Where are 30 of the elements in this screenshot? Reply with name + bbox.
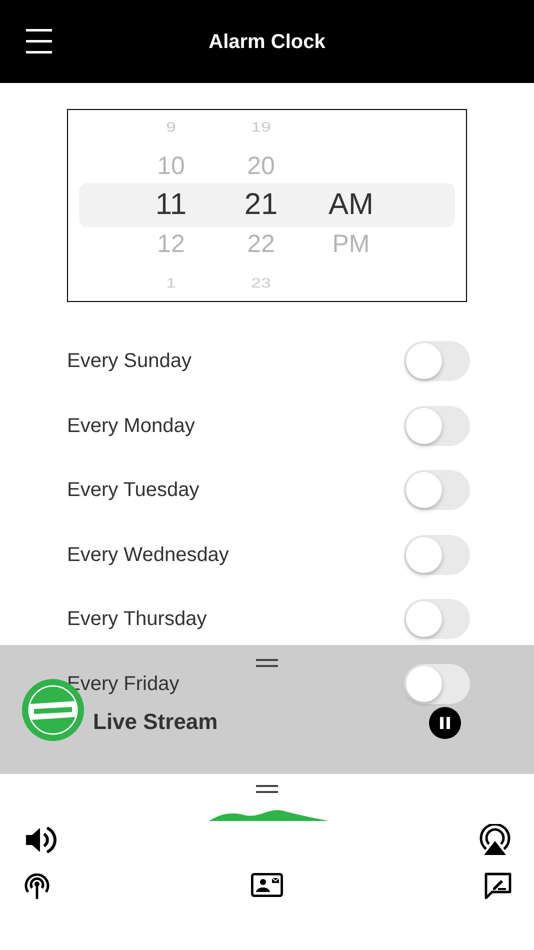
toggle-switch[interactable] — [404, 534, 470, 575]
menu-icon[interactable] — [26, 28, 52, 54]
day-label: Every Monday — [67, 414, 195, 439]
picker-value[interactable]: 10 — [157, 154, 185, 178]
antenna-icon[interactable] — [23, 872, 51, 899]
picker-value[interactable]: 20 — [247, 154, 275, 178]
day-label: Every Sunday — [67, 349, 192, 374]
picker-value[interactable]: PM — [332, 232, 370, 256]
waveform-icon — [209, 807, 329, 821]
day-label: Every Tuesday — [67, 478, 200, 504]
toggle-switch[interactable] — [404, 341, 470, 382]
picker-value[interactable]: 21 — [244, 190, 278, 220]
drag-handle-icon[interactable] — [256, 659, 278, 668]
picker-value[interactable]: 22 — [247, 232, 275, 256]
drag-handle-icon[interactable] — [256, 785, 278, 794]
picker-value[interactable]: 11 — [155, 190, 187, 220]
toggle-switch[interactable] — [404, 599, 470, 640]
picker-value[interactable]: 12 — [157, 232, 185, 256]
picker-value[interactable]: AM — [328, 190, 374, 220]
toggle-switch[interactable] — [404, 470, 470, 510]
compose-message-icon[interactable] — [484, 872, 512, 899]
stream-title: Live Stream — [93, 708, 218, 736]
day-label: Every Wednesday — [67, 542, 229, 568]
page-title: Alarm Clock — [208, 30, 326, 54]
volume-icon[interactable] — [25, 826, 57, 854]
toggle-switch[interactable] — [404, 406, 470, 446]
airplay-icon[interactable] — [479, 824, 511, 855]
contact-card-icon[interactable] — [251, 873, 283, 897]
pause-icon — [440, 717, 450, 729]
day-label: Every Thursday — [67, 607, 207, 632]
